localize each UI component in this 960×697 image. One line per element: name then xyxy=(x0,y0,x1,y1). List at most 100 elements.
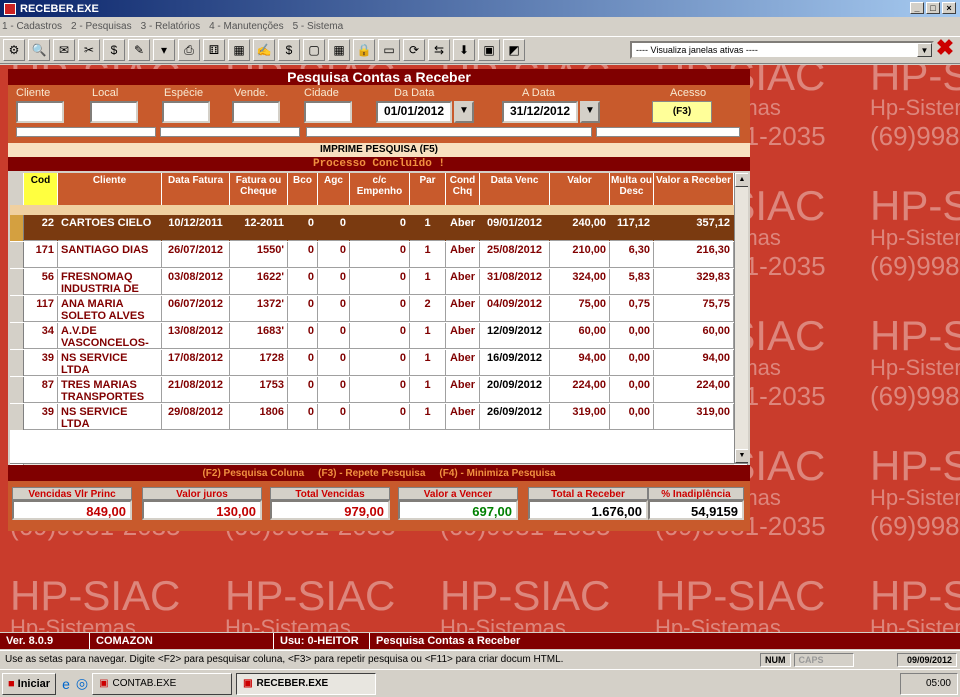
exit-icon[interactable]: ✖ xyxy=(934,37,956,60)
table-row[interactable]: 56 FRESNOMAQ INDUSTRIA DE 03/08/2012 1622' 0… xyxy=(10,269,734,295)
row-indicator[interactable] xyxy=(10,242,24,268)
print-search-button[interactable]: IMPRIME PESQUISA (F5) xyxy=(8,143,750,157)
dice-icon[interactable]: ⚅ xyxy=(203,39,225,61)
fkey-f3[interactable]: (F3) - Repete Pesquisa xyxy=(318,468,425,479)
table-row[interactable]: 22 CARTOES CIELO 10/12/2011 12-2011 0 0 0 1 Aber… xyxy=(10,215,734,241)
row-indicator[interactable] xyxy=(10,323,24,349)
column-header-fatura[interactable]: Fatura ou Cheque xyxy=(230,173,288,205)
column-header-par[interactable]: Par xyxy=(410,173,446,205)
dropdown-icon[interactable]: ▾ xyxy=(153,39,175,61)
table-row[interactable]: 117 ANA MARIA SOLETO ALVES 06/07/2012 1372'… xyxy=(10,296,734,322)
money-icon[interactable]: $ xyxy=(103,39,125,61)
start-button[interactable]: ■ Iniciar xyxy=(2,672,57,695)
menu-sistema[interactable]: 5 - Sistema xyxy=(293,21,344,32)
cell-agc: 0 xyxy=(318,215,350,241)
window-select[interactable]: ---- Visualiza janelas ativas ---- ▼ xyxy=(630,41,934,59)
column-header-data-fatura[interactable]: Data Fatura xyxy=(162,173,230,205)
a-data-dropdown-icon[interactable]: ▼ xyxy=(580,101,600,123)
close-button[interactable]: × xyxy=(942,2,956,14)
printer-icon[interactable]: ⎙ xyxy=(178,39,200,61)
row-indicator[interactable] xyxy=(10,404,24,430)
window-arrow-icon[interactable]: ◩ xyxy=(503,39,525,61)
watermark-text: HP-SIAC xyxy=(870,312,960,359)
cell-cc: 0 xyxy=(350,377,410,403)
fkey-f4[interactable]: (F4) - Minimiza Pesquisa xyxy=(439,468,555,479)
table-row[interactable]: 39 NS SERVICE LTDA 29/08/2012 1806 0 0 0 1 Aber 2… xyxy=(10,404,734,430)
watermark-text: HP-SIAC xyxy=(440,572,611,619)
column-header-multa[interactable]: Multa ou Desc xyxy=(610,173,654,205)
local-input[interactable] xyxy=(90,101,138,123)
table-row[interactable]: 87 TRES MARIAS TRANSPORTES 21/08/2012 1753 0… xyxy=(10,377,734,403)
cheque-search-icon[interactable]: ✍ xyxy=(253,39,275,61)
calculator-icon[interactable]: ▦ xyxy=(328,39,350,61)
especie-input[interactable] xyxy=(162,101,210,123)
cell-cod: 22 xyxy=(24,215,58,241)
table-row[interactable]: 34A.V.DE VASCONCELOS-ME13/08/20121683'00… xyxy=(10,323,734,349)
gears-icon[interactable]: ⚙ xyxy=(3,39,25,61)
column-header-valor[interactable]: Valor xyxy=(550,173,610,205)
da-data-dropdown-icon[interactable]: ▼ xyxy=(454,101,474,123)
fkey-f2[interactable]: (F2) Pesquisa Coluna xyxy=(202,468,304,479)
calculator-grid-icon[interactable]: ▦ xyxy=(228,39,250,61)
ie-icon[interactable]: e xyxy=(62,676,70,692)
cell-cod: 117 xyxy=(24,296,58,322)
da-data-input[interactable]: 01/01/2012 xyxy=(376,101,452,123)
row-indicator[interactable] xyxy=(10,350,24,376)
window-close-icon[interactable]: ▣ xyxy=(478,39,500,61)
chevron-down-icon[interactable]: ▼ xyxy=(917,43,932,57)
lock-icon[interactable]: 🔒 xyxy=(353,39,375,61)
cidade-input[interactable] xyxy=(304,101,352,123)
taskbar-item-receber[interactable]: ▣ RECEBER.EXE xyxy=(236,672,377,695)
cheque-deposit-icon[interactable]: ✎ xyxy=(128,39,150,61)
menu-relatorios[interactable]: 3 - Relatórios xyxy=(141,21,200,32)
cell-valor: 210,00 xyxy=(550,242,610,268)
column-header-cliente[interactable]: Cliente xyxy=(58,173,162,205)
total-box: % Inadiplência 54,9159 xyxy=(648,487,744,520)
cell-cod: 34 xyxy=(24,323,58,349)
column-header-cc[interactable]: c/c Empenho xyxy=(350,173,410,205)
column-header-agc[interactable]: Agc xyxy=(318,173,350,205)
row-indicator[interactable] xyxy=(10,377,24,403)
menu-manutencoes[interactable]: 4 - Manutenções xyxy=(209,21,284,32)
cell-cc: 0 xyxy=(350,323,410,349)
column-header-cond[interactable]: Cond Chq xyxy=(446,173,480,205)
finance-icon[interactable]: $ xyxy=(278,39,300,61)
menu-cadastros[interactable]: 1 - Cadastros xyxy=(2,21,62,32)
a-data-input[interactable]: 31/12/2012 xyxy=(502,101,578,123)
screen-icon[interactable]: ▭ xyxy=(378,39,400,61)
vende-input[interactable] xyxy=(232,101,280,123)
maximize-button[interactable]: □ xyxy=(926,2,940,14)
filter-desc-1 xyxy=(16,127,156,137)
cell-data-fatura: 06/07/2012 xyxy=(162,296,230,322)
table-row[interactable]: 171 SANTIAGO DIAS 26/07/2012 1550' 0 0 0 1 Aber 2… xyxy=(10,242,734,268)
cheque-icon[interactable]: ✉ xyxy=(53,39,75,61)
quicklaunch-icon[interactable]: ◎ xyxy=(76,675,88,692)
row-indicator[interactable] xyxy=(10,296,24,322)
transfer-icon[interactable]: ⇆ xyxy=(428,39,450,61)
column-header-cod[interactable]: Cod xyxy=(24,173,58,205)
download-icon[interactable]: ⬇ xyxy=(453,39,475,61)
row-indicator[interactable] xyxy=(10,269,24,295)
scroll-down-icon[interactable]: ▼ xyxy=(735,449,748,463)
column-header-bco[interactable]: Bco xyxy=(288,173,318,205)
window-icon[interactable]: ▢ xyxy=(303,39,325,61)
cell-receber: 75,75 xyxy=(654,296,734,322)
search-icon[interactable]: 🔍 xyxy=(28,39,50,61)
column-header-receber[interactable]: Valor a Receber xyxy=(654,173,734,205)
cell-multa: 0,75 xyxy=(610,296,654,322)
taskbar-item-contab[interactable]: ▣ CONTAB.EXE xyxy=(92,672,233,695)
cell-venc: 16/09/2012 xyxy=(480,350,550,376)
minimize-button[interactable]: _ xyxy=(910,2,924,14)
total-value: 54,9159 xyxy=(648,500,744,520)
column-header-venc[interactable]: Data Venc xyxy=(480,173,550,205)
vertical-scrollbar[interactable]: ▲ ▼ xyxy=(734,173,748,463)
refresh-icon[interactable]: ⟳ xyxy=(403,39,425,61)
scroll-up-icon[interactable]: ▲ xyxy=(735,173,748,187)
cliente-input[interactable] xyxy=(16,101,64,123)
row-indicator[interactable] xyxy=(10,215,24,241)
table-row[interactable]: 39 NS SERVICE LTDA 17/08/2012 1728 0 0 0 1 Aber 1… xyxy=(10,350,734,376)
cell-cc: 0 xyxy=(350,296,410,322)
tools-icon[interactable]: ✂ xyxy=(78,39,100,61)
menu-pesquisas[interactable]: 2 - Pesquisas xyxy=(71,21,132,32)
acesso-key[interactable]: (F3) xyxy=(652,101,712,123)
